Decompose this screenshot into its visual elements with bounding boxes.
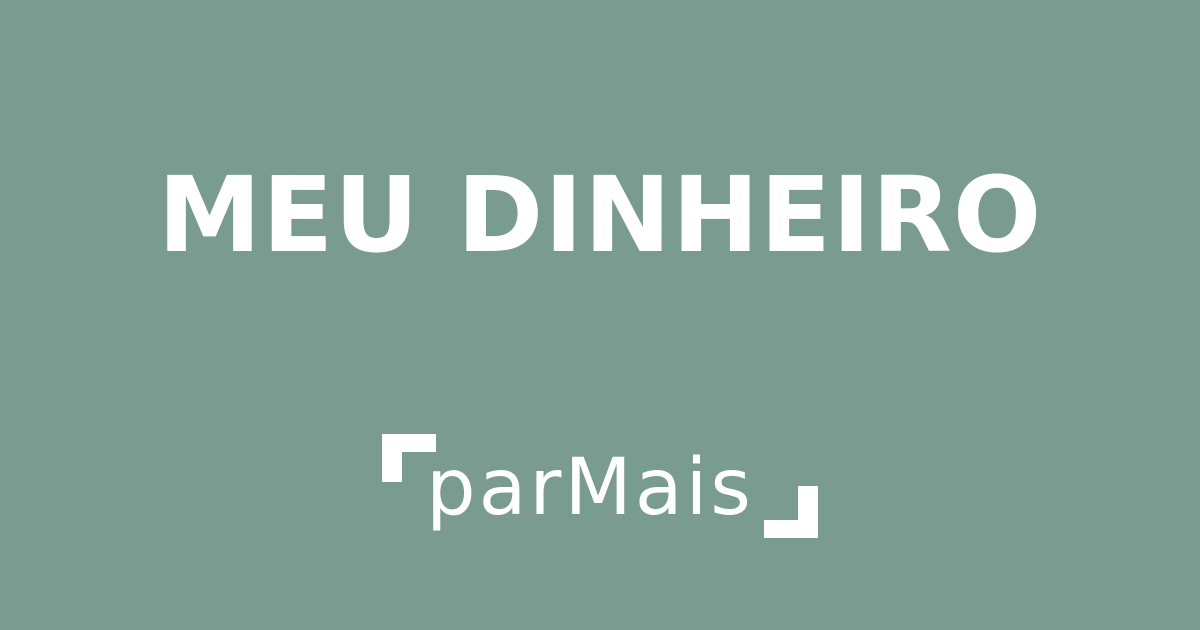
parmais-logo: parMais — [378, 428, 824, 544]
bracket-corner-logo-icon: parMais — [382, 434, 818, 538]
brand-wordmark: parMais — [426, 443, 754, 533]
headline-title: MEU DINHEIRO — [157, 154, 1043, 276]
banner: MEU DINHEIRO parMais — [0, 0, 1200, 630]
